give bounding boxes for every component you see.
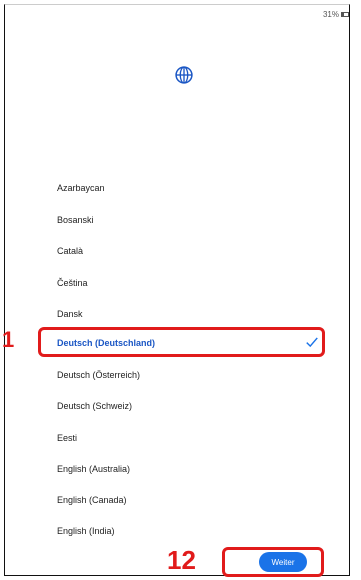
language-item[interactable]: Dansk <box>57 309 83 319</box>
step-annotation-1: 1 <box>2 327 15 352</box>
selected-row-highlight <box>38 327 325 357</box>
battery-percent: 31% <box>322 10 339 19</box>
language-item[interactable]: Català <box>57 246 83 256</box>
next-button[interactable]: Weiter <box>259 552 307 572</box>
status-bar: 31% <box>323 10 349 19</box>
language-item[interactable]: English (Australia) <box>57 464 130 474</box>
tablet-screen-frame <box>4 4 350 576</box>
step-annotation-12: 12 <box>167 545 196 575</box>
battery-icon <box>341 12 349 17</box>
language-item[interactable]: Eesti <box>57 433 77 443</box>
language-item[interactable]: Deutsch (Schweiz) <box>57 401 132 411</box>
language-item[interactable]: English (Canada) <box>57 495 127 505</box>
language-item[interactable]: English (India) <box>57 526 115 536</box>
language-item[interactable]: Bosanski <box>57 215 94 225</box>
globe-icon <box>175 66 193 84</box>
language-item[interactable]: Deutsch (Österreich) <box>57 370 140 380</box>
language-item[interactable]: Čeština <box>57 278 88 288</box>
language-item[interactable]: Azarbaycan <box>57 183 105 193</box>
check-icon <box>306 337 318 348</box>
